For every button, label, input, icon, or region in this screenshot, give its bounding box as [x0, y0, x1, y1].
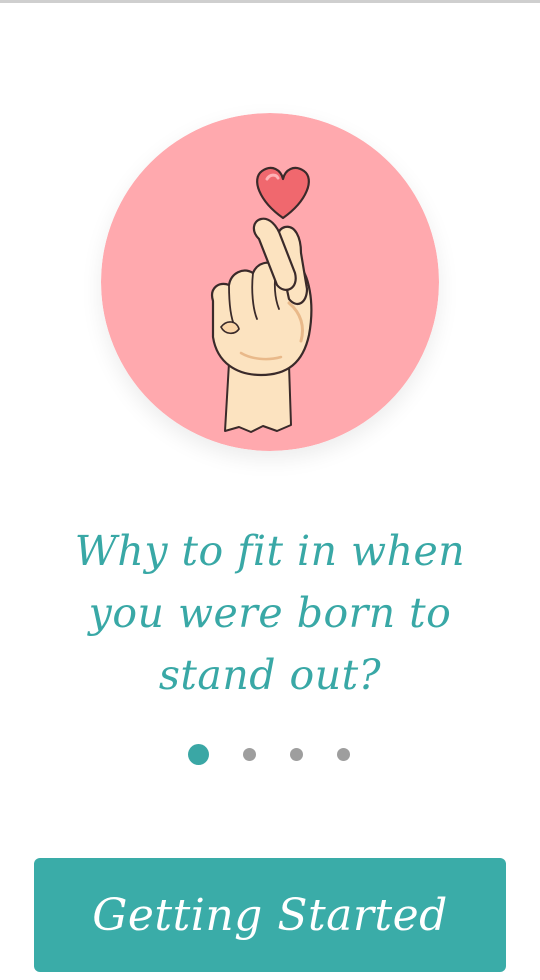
status-bar-edge	[0, 0, 540, 3]
onboarding-quote: Why to fit in when you were born to stan…	[40, 520, 500, 706]
page-dot[interactable]	[337, 748, 350, 761]
quote-line: Why to fit in when	[74, 527, 466, 575]
hero-illustration	[101, 113, 439, 451]
page-dot[interactable]	[243, 748, 256, 761]
page-dot-active[interactable]	[188, 744, 209, 765]
page-indicator	[186, 742, 356, 766]
page-dot[interactable]	[290, 748, 303, 761]
quote-line: you were born to	[88, 589, 452, 637]
quote-line: stand out?	[158, 651, 382, 699]
finger-heart-icon	[101, 113, 439, 451]
getting-started-button[interactable]: Getting Started	[34, 858, 506, 972]
